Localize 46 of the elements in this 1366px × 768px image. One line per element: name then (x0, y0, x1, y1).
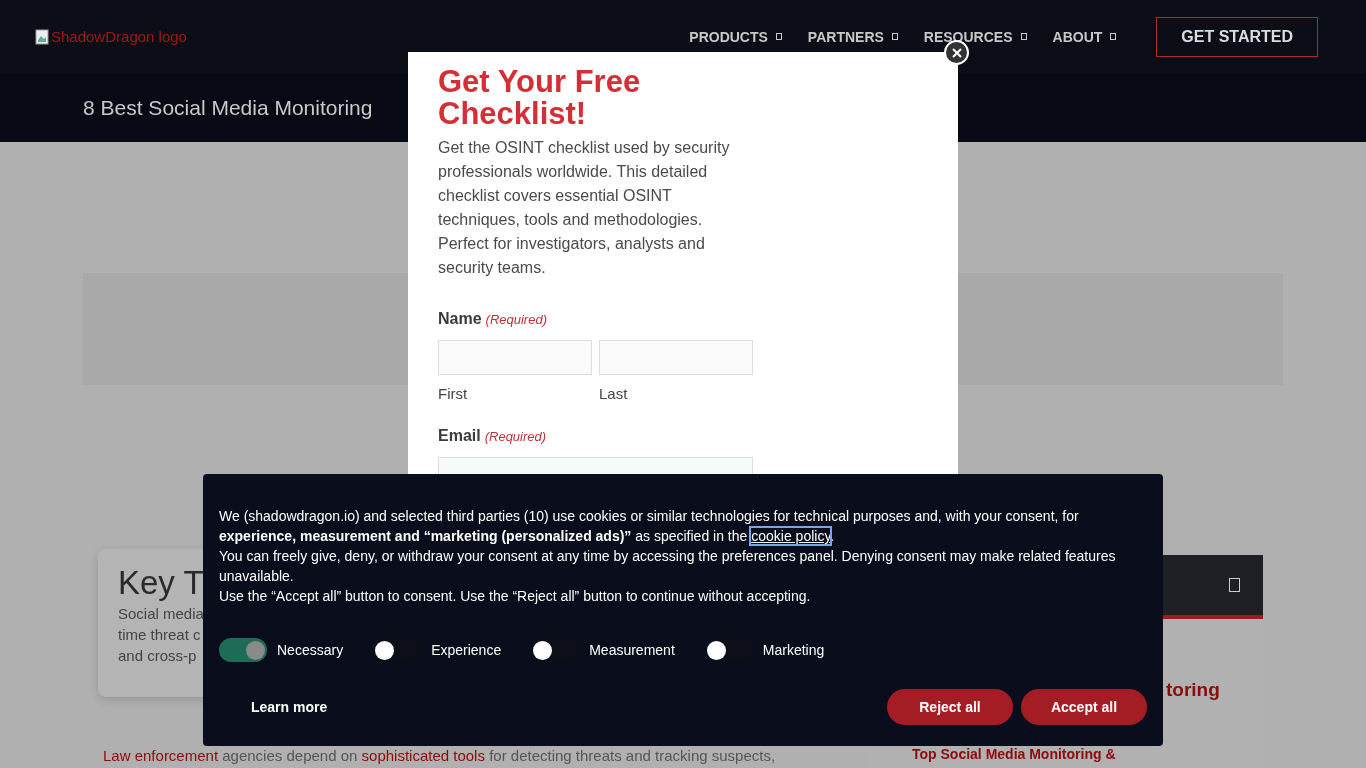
reject-button[interactable]: Reject all (887, 689, 1013, 725)
modal-description: Get the OSINT checklist used by security professionals worldwide. This detailed checklist covers essential OSINT techniques, tools and methodologies. Perfect for investigators, analysts and security teams. (438, 138, 731, 278)
toggle-switch[interactable] (531, 638, 580, 662)
toggle-switch[interactable] (704, 638, 753, 662)
toggle-label: Marketing (762, 642, 825, 658)
required-note: (Required) (484, 429, 547, 444)
toggle-label: Measurement (589, 642, 675, 658)
text-link[interactable]: Law enforcement (103, 747, 223, 764)
accept-button[interactable]: Accept all (1021, 689, 1147, 725)
cookie-notice-text: We (shadowdragon.io) and selected third parties (10) use cookies or similar technologies for technical purposes and, with your consent, for experience, measurement and “marketing (personalized ads)” as specified in the cookie policy. (219, 507, 1080, 546)
learn-more-button[interactable]: Learn more (219, 689, 360, 725)
required-note: (Required) (485, 312, 547, 327)
square-icon (775, 33, 782, 40)
nav-link[interactable]: PRODUCTS (689, 28, 782, 45)
nav-link[interactable]: RESOURCES (923, 28, 1027, 45)
text-link[interactable]: sophisticated tools (361, 747, 490, 764)
input-field[interactable] (438, 340, 592, 375)
close-icon (951, 47, 962, 58)
square-icon (1229, 578, 1240, 592)
toggle-switch[interactable] (219, 638, 267, 662)
card-text: Social media (118, 604, 204, 624)
square-icon (1020, 33, 1027, 40)
modal-title: Get Your Free Checklist! (438, 66, 642, 130)
toggle-label: Necessary (277, 642, 344, 658)
field-label: Name (Required) (438, 310, 548, 328)
sidebar-heading[interactable]: toring (1166, 679, 1220, 701)
field-label: Email (Required) (438, 427, 548, 445)
card-title: Key T (118, 563, 204, 603)
cookie-notice-text: You can freely give, deny, or withdraw your consent at any time by accessing the preferences panel. Denying consent may make related features unavailable. (219, 547, 1117, 586)
page-title: 8 Best Social Media Monitoring (83, 95, 373, 120)
toggle-switch[interactable] (373, 638, 422, 662)
square-icon (891, 33, 898, 40)
square-icon (1110, 33, 1117, 40)
get-started-button[interactable]: GET STARTED (1156, 16, 1318, 57)
card-text: and cross-p (118, 646, 197, 666)
card-text: time threat c (118, 625, 201, 645)
toggle-label: Experience (431, 642, 502, 658)
cookie-notice-text: Use the “Accept all” button to consent. Use the “Reject all” button to continue without accepting. (219, 587, 812, 606)
sidebar-heading[interactable]: Top Social Media Monitoring & (912, 747, 1116, 762)
nav-link[interactable]: ABOUT (1052, 28, 1117, 45)
input-field[interactable] (599, 340, 753, 375)
body-paragraph: Law enforcement agencies depend on sophisticated tools for detecting threats and tracking suspects, (103, 749, 776, 763)
field-sublabel: Last (599, 385, 629, 402)
broken-image-icon (35, 28, 49, 45)
field-sublabel: First (438, 385, 469, 402)
nav-link[interactable]: PARTNERS (807, 28, 898, 45)
